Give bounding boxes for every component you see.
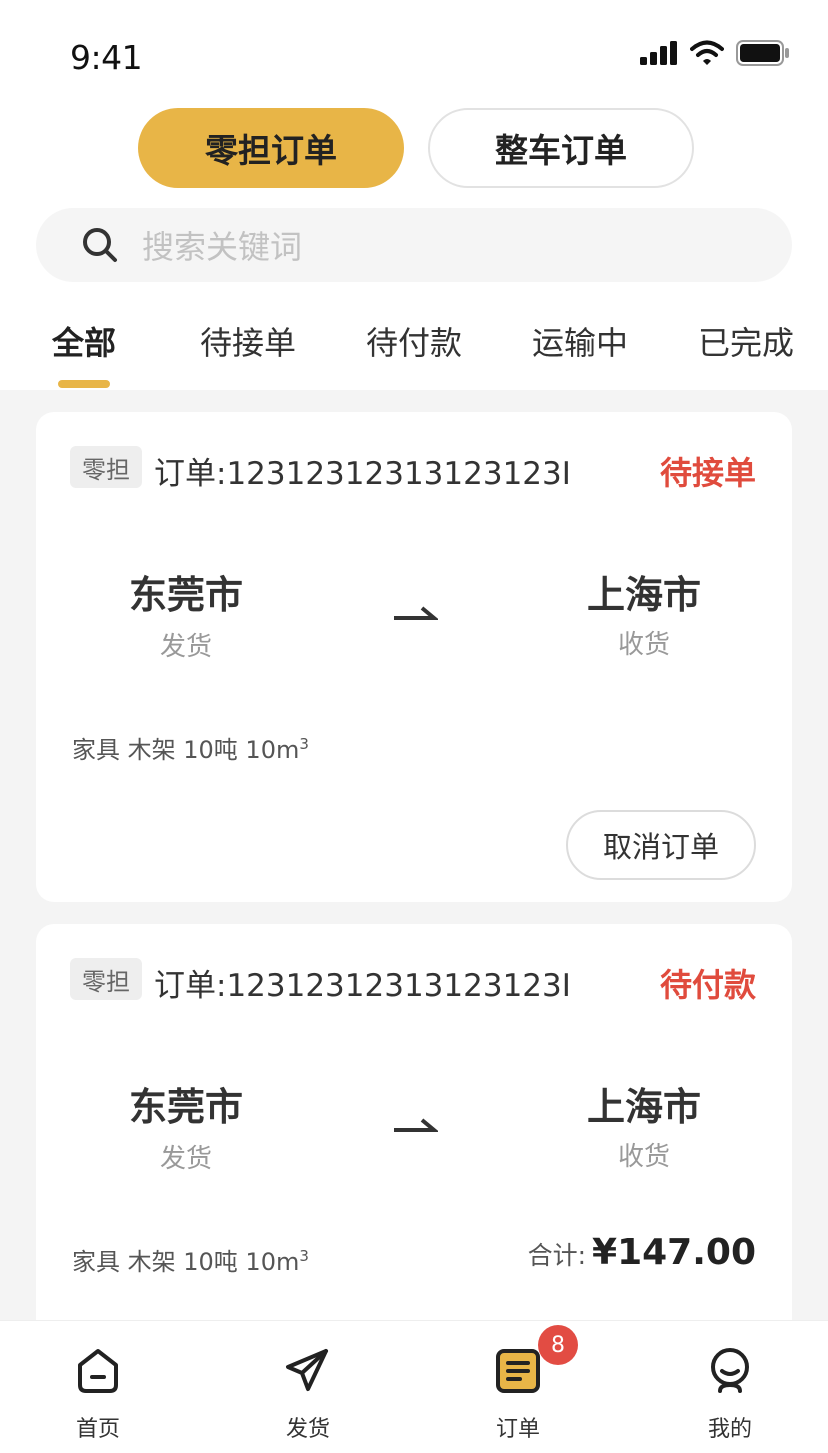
goods-unit-sup: 3 <box>299 1247 309 1265</box>
goods-info: 家具 木架 10吨 10m3 <box>72 1242 309 1277</box>
order-number: 订单:12312312313123123I <box>154 968 571 1004</box>
wifi-icon <box>690 40 724 65</box>
signal-icon <box>640 41 677 65</box>
order-status: 待接单 <box>659 454 756 492</box>
nav-label: 订单 <box>495 1417 540 1442</box>
tab-all[interactable]: 全部 <box>52 318 116 364</box>
segment-ftl-orders[interactable]: 整车订单 <box>428 108 694 188</box>
status-tabs: 全部 待接单 待付款 运输中 已完成 <box>0 318 828 378</box>
bottom-nav: 首页 发货 8 订单 我的 <box>0 1320 828 1453</box>
order-type-tag: 零担 <box>70 446 142 488</box>
send-icon <box>286 1349 328 1391</box>
nav-orders[interactable]: 8 订单 <box>458 1321 578 1453</box>
search-input[interactable]: 搜索关键词 <box>142 222 302 268</box>
goods-unit-sup: 3 <box>299 735 309 753</box>
header-area: 9:41 零担订单 整车订单 搜索关键词 全部 待接单 待付款 运输中 已完成 <box>0 0 828 390</box>
order-total: 合计: ¥147.00 <box>528 1232 756 1273</box>
tab-pending-payment[interactable]: 待付款 <box>366 318 462 364</box>
profile-icon <box>711 1348 749 1393</box>
tab-pending-accept[interactable]: 待接单 <box>200 318 296 364</box>
nav-label: 首页 <box>75 1417 120 1442</box>
order-type-switch: 零担订单 整车订单 <box>138 108 694 188</box>
order-status: 待付款 <box>659 966 756 1004</box>
status-bar: 9:41 <box>0 0 828 100</box>
battery-icon <box>736 40 789 66</box>
from-label: 发货 <box>159 1144 212 1174</box>
nav-profile[interactable]: 我的 <box>670 1321 790 1453</box>
status-icons <box>640 40 790 66</box>
home-icon <box>78 1349 118 1393</box>
to-label: 收货 <box>617 1142 670 1172</box>
from-label: 发货 <box>159 632 212 662</box>
to-city: 上海市 <box>586 573 701 617</box>
tab-completed[interactable]: 已完成 <box>698 318 794 364</box>
active-tab-indicator <box>58 380 110 388</box>
status-time: 9:41 <box>70 38 143 77</box>
order-count-badge: 8 <box>538 1325 578 1365</box>
goods-text: 家具 木架 10吨 10m <box>72 1248 300 1276</box>
nav-label: 发货 <box>285 1417 330 1442</box>
order-card[interactable]: 零担 订单:12312312313123123I 待接单 东莞市 发货 上海市 … <box>36 412 792 902</box>
goods-text: 家具 木架 10吨 10m <box>72 736 300 764</box>
total-label: 合计: <box>527 1241 587 1270</box>
nav-home[interactable]: 首页 <box>38 1321 158 1453</box>
total-amount: ¥147.00 <box>592 1232 756 1273</box>
order-icon <box>496 1349 540 1393</box>
tab-in-transit[interactable]: 运输中 <box>532 318 628 364</box>
segment-ltl-orders[interactable]: 零担订单 <box>138 108 404 188</box>
arrow-right-icon <box>394 606 438 620</box>
order-number: 订单:12312312313123123I <box>154 456 571 492</box>
to-label: 收货 <box>617 630 670 660</box>
nav-label: 我的 <box>707 1417 752 1442</box>
search-icon <box>83 228 117 262</box>
arrow-right-icon <box>394 1118 438 1132</box>
from-city: 东莞市 <box>128 1085 243 1129</box>
nav-ship[interactable]: 发货 <box>248 1321 368 1453</box>
order-card[interactable]: 零担 订单:12312312313123123I 待付款 东莞市 发货 上海市 … <box>36 924 792 1344</box>
to-city: 上海市 <box>586 1085 701 1129</box>
goods-info: 家具 木架 10吨 10m3 <box>72 730 309 765</box>
order-type-tag: 零担 <box>70 958 142 1000</box>
from-city: 东莞市 <box>128 573 243 617</box>
cancel-order-button[interactable]: 取消订单 <box>566 810 756 880</box>
search-bar[interactable]: 搜索关键词 <box>36 208 792 282</box>
